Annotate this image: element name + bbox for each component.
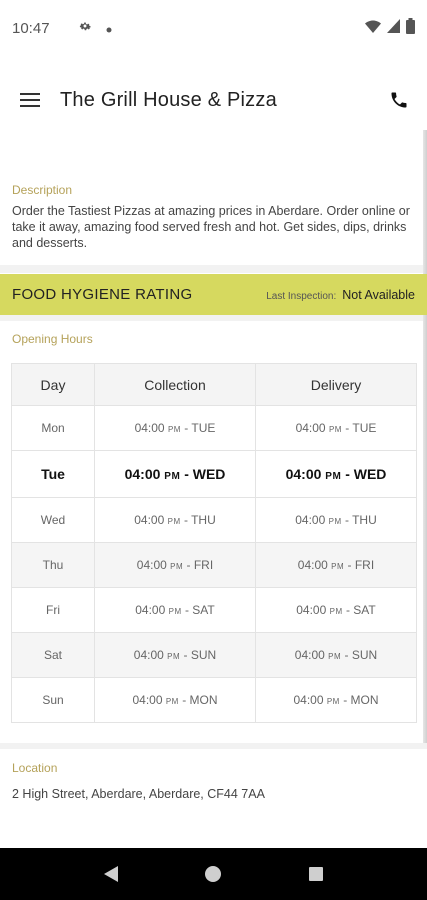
day-cell: Thu (11, 542, 95, 588)
phone-icon (391, 92, 407, 108)
last-inspection-label: Last Inspection: (266, 290, 337, 302)
table-row-today: Tue 04:00 PM - WED 04:00 PM - WED (11, 450, 417, 498)
signal-icon (387, 19, 400, 37)
collection-cell: 04:00 PM - SUN (94, 632, 256, 678)
table-row: Fri 04:00 PM - SAT 04:00 PM - SAT (11, 587, 417, 633)
delivery-cell: 04:00 PM - WED (255, 450, 417, 498)
page-title: The Grill House & Pizza (60, 88, 277, 111)
header-collection: Collection (94, 363, 256, 406)
day-cell: Fri (11, 587, 95, 633)
divider (0, 315, 423, 321)
opening-hours-table: Day Collection Delivery Mon 04:00 PM - T… (11, 363, 417, 723)
app-bar: The Grill House & Pizza (0, 72, 427, 128)
table-row: Mon 04:00 PM - TUE 04:00 PM - TUE (11, 405, 417, 451)
last-inspection-value: Not Available (342, 287, 415, 302)
hygiene-rating-title: FOOD HYGIENE RATING (12, 286, 193, 303)
divider (0, 743, 427, 749)
divider (0, 265, 423, 273)
table-header-row: Day Collection Delivery (11, 363, 417, 406)
delivery-cell: 04:00 PM - TUE (255, 405, 417, 451)
recents-button[interactable] (296, 854, 336, 894)
collection-cell: 04:00 PM - WED (94, 450, 256, 498)
description-text: Order the Tastiest Pizzas at amazing pri… (12, 204, 410, 250)
delivery-cell: 04:00 PM - THU (255, 497, 417, 543)
collection-cell: 04:00 PM - THU (94, 497, 256, 543)
table-row: Sun 04:00 PM - MON 04:00 PM - MON (11, 677, 417, 723)
day-cell: Wed (11, 497, 95, 543)
delivery-cell: 04:00 PM - MON (255, 677, 417, 723)
day-cell: Tue (11, 450, 95, 498)
delivery-cell: 04:00 PM - SAT (255, 587, 417, 633)
opening-hours-label: Opening Hours (12, 332, 93, 346)
settings-icon (78, 19, 92, 37)
status-bar: 10:47 (0, 0, 427, 56)
header-delivery: Delivery (255, 363, 417, 406)
description-section: Description Order the Tastiest Pizzas at… (12, 183, 412, 251)
header-day: Day (11, 363, 95, 406)
collection-cell: 04:00 PM - FRI (94, 542, 256, 588)
scroll-edge (423, 130, 427, 745)
notification-dot-icon (106, 20, 112, 37)
recents-icon (308, 867, 323, 881)
system-nav-bar (0, 848, 427, 900)
location-label: Location (12, 761, 58, 775)
delivery-cell: 04:00 PM - FRI (255, 542, 417, 588)
wifi-icon (365, 19, 381, 37)
home-button[interactable] (193, 854, 233, 894)
day-cell: Sat (11, 632, 95, 678)
back-button[interactable] (91, 854, 131, 894)
table-row: Sat 04:00 PM - SUN 04:00 PM - SUN (11, 632, 417, 678)
description-label: Description (12, 183, 73, 197)
menu-button[interactable] (0, 72, 60, 128)
back-icon (104, 866, 119, 882)
home-icon (205, 866, 222, 882)
status-time: 10:47 (12, 19, 50, 37)
collection-cell: 04:00 PM - TUE (94, 405, 256, 451)
hygiene-rating-banner: FOOD HYGIENE RATING Last Inspection: Not… (0, 274, 427, 315)
location-address[interactable]: 2 High Street, Aberdare, Aberdare, CF44 … (12, 787, 265, 801)
table-row: Wed 04:00 PM - THU 04:00 PM - THU (11, 497, 417, 543)
battery-icon (406, 18, 415, 38)
collection-cell: 04:00 PM - MON (94, 677, 256, 723)
table-row: Thu 04:00 PM - FRI 04:00 PM - FRI (11, 542, 417, 588)
call-button[interactable] (371, 72, 427, 128)
delivery-cell: 04:00 PM - SUN (255, 632, 417, 678)
day-cell: Mon (11, 405, 95, 451)
menu-icon (20, 93, 40, 107)
collection-cell: 04:00 PM - SAT (94, 587, 256, 633)
day-cell: Sun (11, 677, 95, 723)
